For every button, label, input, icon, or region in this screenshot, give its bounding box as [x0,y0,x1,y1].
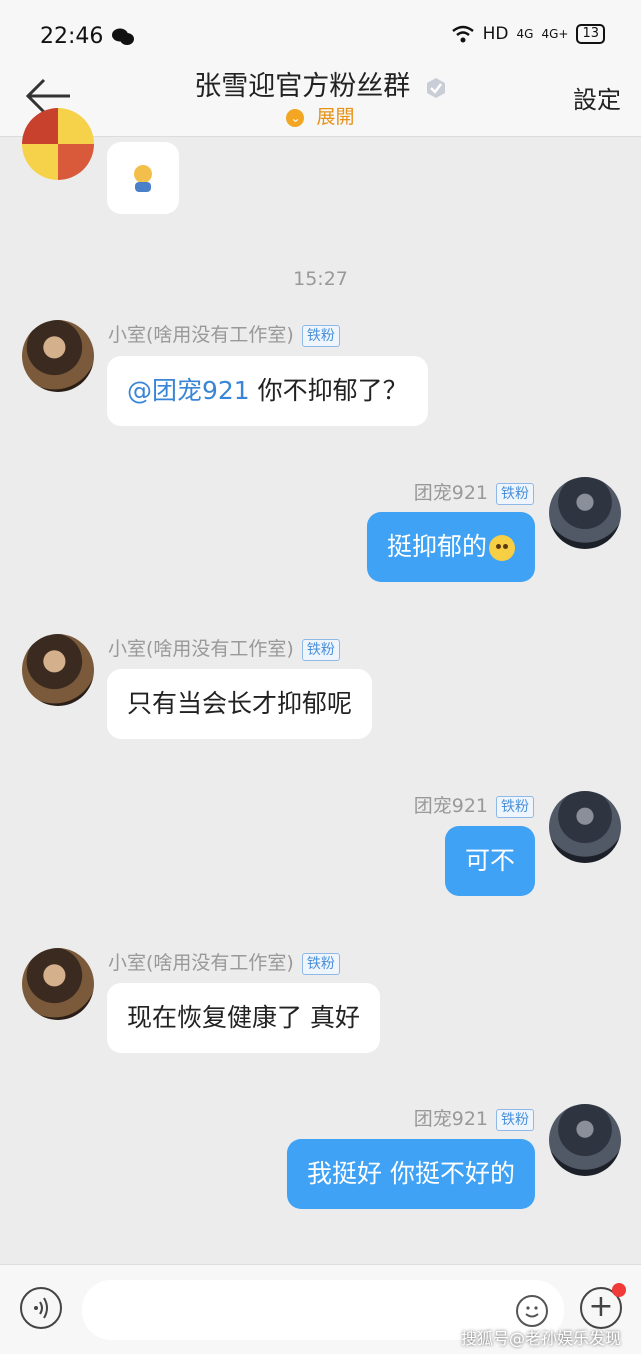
message-text: 只有当会长才抑郁呢 [127,689,353,718]
sender-name: 团宠921 铁粉 [414,1104,534,1131]
avatar[interactable] [22,948,94,1020]
voice-wave-icon [34,1297,48,1319]
sticker-icon [134,165,152,192]
fan-tag: 铁粉 [301,638,340,661]
fan-tag: 铁粉 [496,482,534,505]
sender-name: 团宠921 铁粉 [414,791,534,818]
timestamp: 15:27 [293,268,348,290]
fan-tag: 铁粉 [496,1108,534,1131]
signal-4g-plus-label: 4G+ [541,27,569,41]
network-label: HD [482,24,509,44]
message-bubble[interactable]: 只有当会长才抑郁呢 [107,669,373,739]
sender-label: 小室(啥用没有工作室) [108,324,294,346]
sticker-bubble[interactable] [107,142,179,214]
sender-name: 小室(啥用没有工作室) 铁粉 [108,634,340,661]
sender-label: 团宠921 [413,1108,488,1130]
message-bubble[interactable]: 可不 [444,826,535,896]
avatar[interactable] [549,791,621,863]
expand-toggle[interactable]: ⌄ 展開 [0,102,641,129]
avatar[interactable] [22,634,94,706]
fan-tag: 铁粉 [301,324,340,347]
sender-name: 团宠921 铁粉 [414,478,534,505]
verified-badge-icon [426,77,445,98]
sender-label: 小室(啥用没有工作室) [108,952,294,974]
message-text: 可不 [464,846,515,875]
chevron-down-icon: ⌄ [286,108,305,127]
battery-icon: 13 [576,24,605,44]
sender-name: 小室(啥用没有工作室) 铁粉 [108,320,340,347]
chat-header: 张雪迎官方粉丝群 ⌄ 展開 設定 [0,58,641,137]
emoji-icon[interactable] [516,1295,548,1327]
message-text: 我挺好 你挺不好的 [307,1159,515,1188]
avatar[interactable] [22,108,94,180]
sender-name: 小室(啥用没有工作室) 铁粉 [108,948,340,975]
sender-label: 小室(啥用没有工作室) [108,638,294,660]
message-bubble[interactable]: @团宠921 你不抑郁了？ [107,356,428,426]
message-bubble[interactable]: 挺抑郁的 [366,512,535,582]
message-text: 你不抑郁了？ [257,376,408,405]
message-bubble[interactable]: 现在恢复健康了 真好 [107,983,380,1053]
avatar[interactable] [549,477,621,549]
status-indicators: HD 4G 4G+ 13 [451,24,605,44]
wifi-icon [451,25,474,43]
status-time: 22:46 [40,24,104,49]
message-bubble[interactable]: 我挺好 你挺不好的 [287,1139,535,1209]
voice-icon[interactable] [20,1287,62,1329]
smiley-icon [525,1306,539,1318]
group-title[interactable]: 张雪迎官方粉丝群 [0,64,641,103]
avatar[interactable] [22,320,94,392]
watermark: 搜狐号@老孙娱乐发现 [460,1329,621,1348]
fan-tag: 铁粉 [496,795,534,818]
signal-4g-label: 4G [516,27,534,41]
settings-button[interactable]: 設定 [573,80,621,115]
fan-tag: 铁粉 [301,952,340,975]
group-title-text: 张雪迎官方粉丝群 [194,71,411,102]
sender-label: 团宠921 [413,482,488,504]
worried-face-icon [489,535,515,561]
avatar[interactable] [549,1104,621,1176]
notification-dot [612,1283,626,1297]
mention-link[interactable]: @团宠921 [127,376,250,405]
expand-label: 展開 [316,106,355,128]
message-text: 挺抑郁的 [386,532,487,561]
wechat-icon [112,28,134,45]
sender-label: 团宠921 [413,795,488,817]
message-text: 现在恢复健康了 真好 [127,1003,360,1032]
